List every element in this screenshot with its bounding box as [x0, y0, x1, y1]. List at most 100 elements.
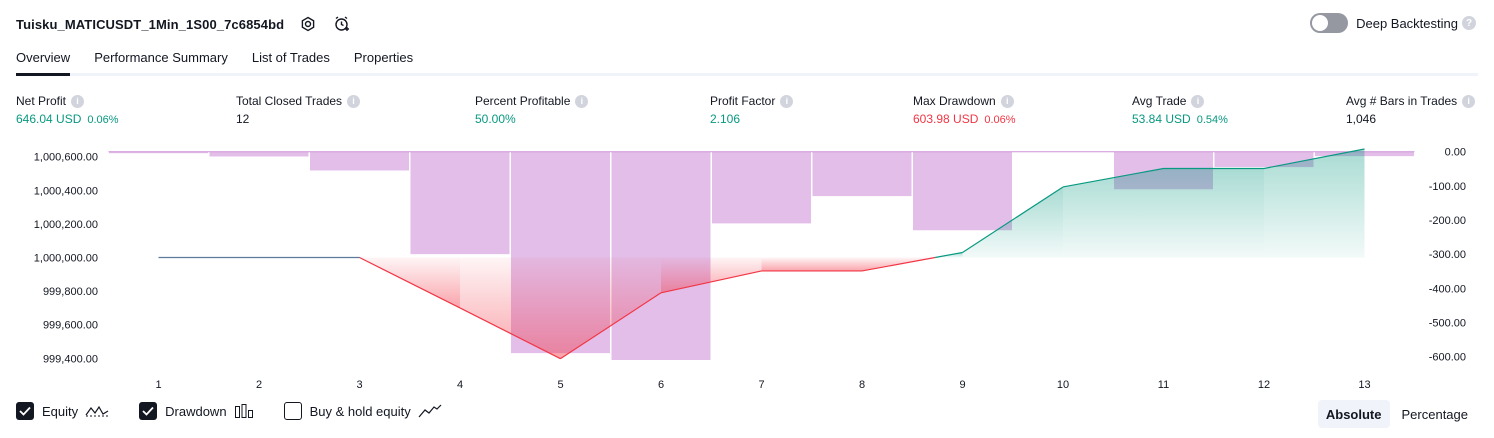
x-axis-tick: 10 — [1057, 379, 1069, 391]
metric-value: 2.106 — [710, 112, 741, 126]
help-icon[interactable]: ? — [1462, 16, 1476, 30]
right-axis-tick: -600.00 — [1429, 352, 1466, 364]
strategy-name: Tuisku_MATICUSDT_1Min_1S00_7c6854bd — [16, 16, 285, 32]
metric-percent: 0.06% — [984, 114, 1016, 126]
info-icon[interactable]: i — [347, 94, 361, 108]
drawdown-bar — [812, 151, 912, 197]
x-axis-tick: 9 — [959, 379, 965, 391]
percentage-button[interactable]: Percentage — [1394, 400, 1477, 428]
report-tabs: Overview Performance Summary List of Tra… — [16, 44, 1478, 76]
x-axis-tick: 13 — [1358, 379, 1370, 391]
drawdown-checkbox[interactable] — [139, 402, 158, 420]
info-icon[interactable]: i — [1191, 94, 1205, 108]
drawdown-bar — [611, 151, 711, 360]
metric-max-drawdown: Max Drawdown i 603.98 USD 0.06% — [913, 93, 1016, 128]
drawdown-bar — [410, 151, 510, 255]
equity-loss-area — [661, 257, 762, 293]
absolute-button[interactable]: Absolute — [1317, 400, 1390, 428]
info-icon[interactable]: i — [780, 94, 794, 108]
metric-label: Percent Profitable — [475, 94, 571, 108]
deep-backtesting-label: Deep Backtesting — [1356, 15, 1458, 31]
metric-value: 1,046 — [1346, 112, 1377, 126]
x-axis-tick: 3 — [356, 379, 362, 391]
left-axis-tick: 999,800.00 — [43, 286, 98, 298]
info-icon[interactable]: i — [1462, 94, 1476, 108]
right-axis-tick: -100.00 — [1429, 181, 1466, 193]
metric-net-profit: Net Profit i 646.04 USD 0.06% — [16, 93, 119, 128]
right-axis-tick: -500.00 — [1429, 317, 1466, 329]
gear-icon[interactable] — [298, 14, 318, 34]
equity-line-icon — [85, 404, 109, 418]
right-axis: 0.00 -100.00 -200.00 -300.00 -400.00 -500.00 -… — [1429, 147, 1466, 364]
metric-label: Avg # Bars in Trades — [1346, 94, 1458, 108]
x-axis-tick: 6 — [658, 379, 664, 391]
drawdown-bar — [913, 151, 1012, 231]
equity-profit-area — [1063, 168, 1164, 258]
left-axis-tick: 1,000,600.00 — [34, 152, 98, 164]
value-mode-switch: Absolute Percentage — [1314, 400, 1476, 428]
deep-backtesting-toggle[interactable] — [1310, 13, 1349, 33]
x-axis-tick: 2 — [256, 379, 262, 391]
drawdown-bar — [109, 151, 208, 154]
metric-label: Profit Factor — [710, 94, 776, 108]
metric-value: 50.00% — [475, 112, 516, 126]
x-axis-tick: 11 — [1158, 379, 1169, 391]
right-axis-tick: -300.00 — [1429, 249, 1466, 261]
buy-hold-checkbox[interactable] — [283, 402, 302, 420]
drawdown-bars-icon — [234, 403, 254, 419]
metric-value: 53.84 USD — [1132, 112, 1191, 126]
left-axis-tick: 1,000,400.00 — [34, 185, 98, 197]
metric-total-closed-trades: Total Closed Trades i 12 — [236, 93, 361, 128]
tab-overview[interactable]: Overview — [16, 44, 71, 76]
toggle-knob — [1312, 15, 1329, 31]
buy-hold-line-icon — [418, 404, 442, 418]
equity-loss-area — [460, 257, 561, 359]
x-axis: 1 2 3 4 5 6 7 8 9 10 11 12 13 — [155, 379, 1370, 391]
legend-label: Buy & hold equity — [309, 403, 411, 419]
metric-label: Avg Trade — [1132, 94, 1187, 108]
right-axis-tick: 0.00 — [1445, 147, 1466, 159]
metric-label: Net Profit — [16, 94, 67, 108]
metric-label: Max Drawdown — [913, 94, 996, 108]
metric-value: 12 — [236, 112, 250, 126]
left-axis-tick: 999,600.00 — [43, 320, 98, 332]
tab-list-of-trades[interactable]: List of Trades — [252, 44, 330, 76]
metric-percent: 0.06% — [87, 114, 119, 126]
metric-value: 603.98 USD — [913, 112, 979, 126]
metric-profit-factor: Profit Factor i 2.106 — [710, 93, 794, 128]
legend-equity[interactable]: Equity — [16, 402, 109, 420]
legend-label: Drawdown — [165, 403, 227, 419]
metric-percent-profitable: Percent Profitable i 50.00% — [475, 93, 589, 128]
legend-label: Equity — [42, 403, 79, 419]
left-axis-tick: 1,000,000.00 — [34, 253, 98, 265]
x-axis-tick: 1 — [155, 379, 161, 391]
metric-avg-bars: Avg # Bars in Trades i 1,046 — [1346, 93, 1476, 128]
tab-properties[interactable]: Properties — [354, 44, 413, 76]
x-axis-tick: 7 — [758, 379, 764, 391]
metric-percent: 0.54% — [1196, 114, 1228, 126]
info-icon[interactable]: i — [71, 94, 85, 108]
left-axis: 1,000,600.00 1,000,400.00 1,000,200.00 1,00… — [34, 152, 98, 366]
equity-checkbox[interactable] — [16, 402, 34, 420]
equity-profit-area — [1163, 168, 1264, 258]
alarm-add-icon[interactable] — [332, 14, 352, 34]
x-axis-tick: 12 — [1258, 379, 1270, 391]
legend-buy-hold[interactable]: Buy & hold equity — [283, 402, 442, 420]
equity-loss-area — [761, 257, 862, 271]
report-header: Tuisku_MATICUSDT_1Min_1S00_7c6854bd — [16, 12, 352, 36]
drawdown-bar — [712, 151, 811, 224]
right-axis-tick: -400.00 — [1429, 283, 1466, 295]
equity-drawdown-chart[interactable]: 1,000,600.00 1,000,400.00 1,000,200.00 1,00… — [0, 140, 1494, 398]
drawdown-bar — [209, 151, 309, 157]
tab-performance-summary[interactable]: Performance Summary — [94, 44, 228, 76]
info-icon[interactable]: i — [575, 94, 589, 108]
deep-backtesting: Deep Backtesting ? — [1310, 13, 1476, 33]
metric-value: 646.04 USD — [16, 112, 82, 126]
info-icon[interactable]: i — [1000, 94, 1014, 108]
right-axis-tick: -200.00 — [1429, 215, 1466, 227]
x-axis-tick: 8 — [859, 379, 865, 391]
left-axis-tick: 999,400.00 — [43, 353, 98, 365]
left-axis-tick: 1,000,200.00 — [34, 219, 98, 231]
chart-legend: Equity Drawdown Buy & hold equity — [16, 402, 472, 420]
legend-drawdown[interactable]: Drawdown — [139, 402, 253, 420]
